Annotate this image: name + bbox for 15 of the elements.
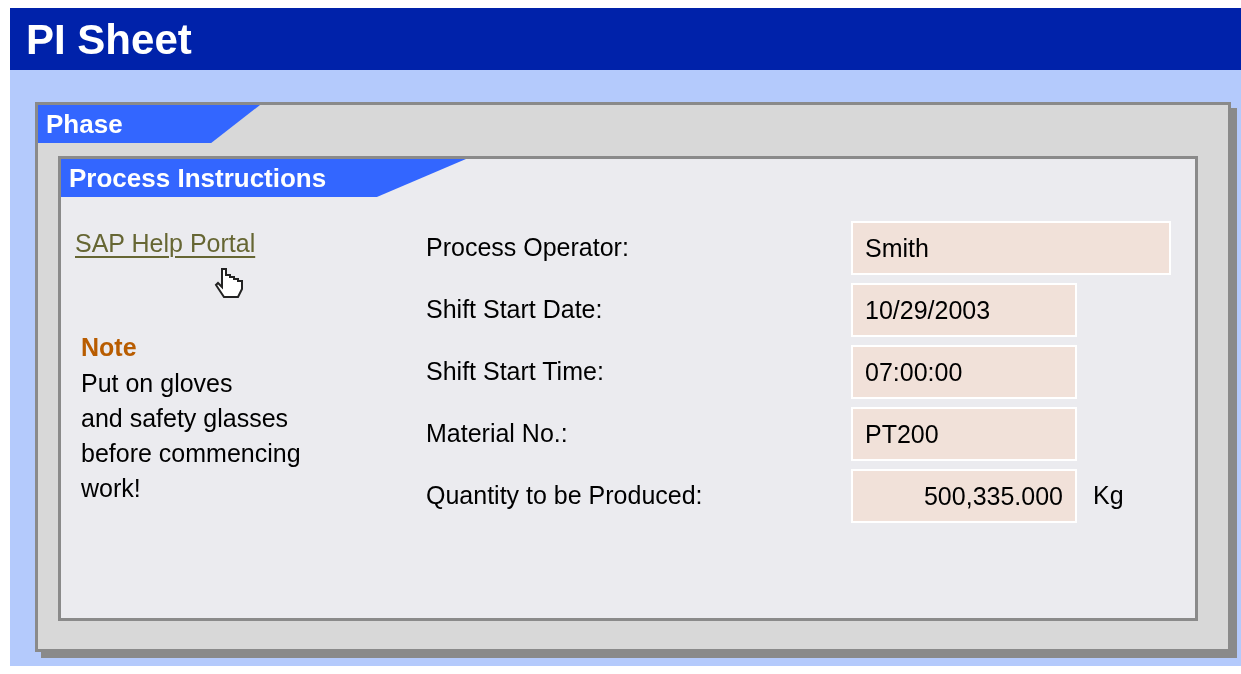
help-portal-link[interactable]: SAP Help Portal [75, 225, 256, 263]
field-label: Material No.: [426, 418, 569, 450]
input-field[interactable]: Smith [851, 221, 1171, 275]
input-field[interactable]: PT200 [851, 407, 1077, 461]
note-title: Note [81, 331, 138, 363]
field-label: Quantity to be Produced: [426, 480, 704, 512]
field-label: Process Operator: [426, 232, 630, 264]
page-title: PI Sheet [26, 14, 192, 65]
unit-label: Kg [1093, 480, 1124, 512]
input-field[interactable]: 07:00:00 [851, 345, 1077, 399]
input-field[interactable]: 10/29/2003 [851, 283, 1077, 337]
field-label: Shift Start Time: [426, 356, 605, 388]
field-label: Shift Start Date: [426, 294, 604, 326]
note-text: Put on gloves and safety glasses before commencing work! [81, 368, 302, 504]
input-field[interactable]: 500,335.000 [851, 469, 1077, 523]
